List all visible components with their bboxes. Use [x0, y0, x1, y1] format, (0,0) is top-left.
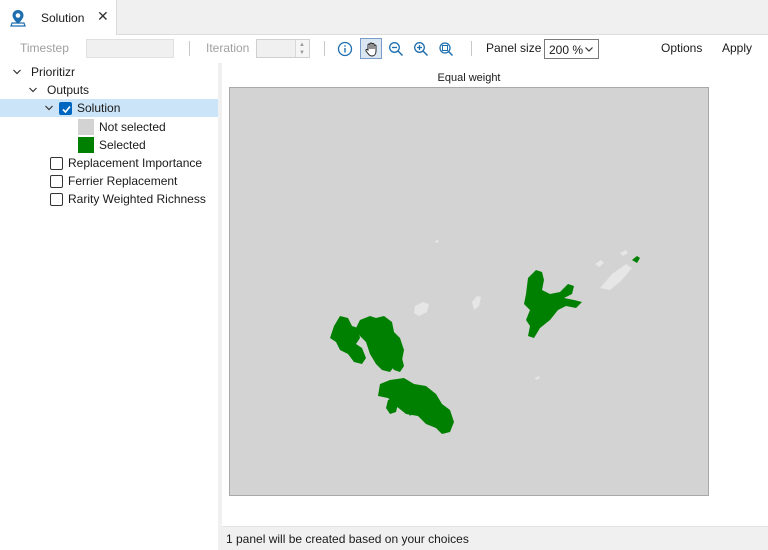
- rarity-weighted-richness-checkbox[interactable]: [50, 193, 63, 206]
- chevron-down-icon: [585, 47, 593, 52]
- panel-size-label: Panel size: [486, 41, 542, 55]
- tree-node-solution[interactable]: Solution: [0, 99, 218, 117]
- stepper-up-icon[interactable]: ▲: [299, 42, 305, 48]
- toolbar: Timestep Iteration ▲ ▼ Panel size 200 % …: [0, 35, 768, 63]
- toolbar-separator: [189, 41, 190, 56]
- apply-button[interactable]: Apply: [722, 41, 752, 55]
- chevron-down-icon[interactable]: [28, 85, 38, 95]
- pan-hand-icon: [365, 42, 377, 57]
- tab-solution[interactable]: Solution ✕: [0, 0, 117, 35]
- timestep-input[interactable]: [86, 39, 174, 58]
- toolbar-separator: [324, 41, 325, 56]
- solution-map: [330, 240, 640, 434]
- stepper-down-icon[interactable]: ▼: [299, 50, 305, 56]
- legend-item-selected: Selected: [0, 136, 218, 154]
- map-pin-icon: [10, 10, 26, 27]
- pan-button[interactable]: [360, 38, 382, 59]
- panel-size-select[interactable]: 200 %: [544, 39, 599, 59]
- tree-label: Outputs: [47, 83, 90, 97]
- tree-label: Prioritizr: [31, 65, 75, 79]
- tree-label: Ferrier Replacement: [68, 174, 178, 188]
- zoom-extent-button[interactable]: [435, 38, 457, 59]
- options-button[interactable]: Options: [661, 41, 702, 55]
- info-button[interactable]: [334, 38, 356, 59]
- tree-node-outputs[interactable]: Outputs: [0, 81, 218, 99]
- solution-checkbox[interactable]: [59, 102, 72, 115]
- iteration-label: Iteration: [206, 41, 250, 55]
- legend-label: Selected: [99, 138, 146, 152]
- not-selected-areas: [414, 240, 632, 380]
- status-bar: 1 panel will be created based on your ch…: [222, 526, 768, 550]
- chevron-down-icon[interactable]: [44, 103, 54, 113]
- selected-areas: [330, 256, 640, 434]
- replacement-importance-checkbox[interactable]: [50, 157, 63, 170]
- layer-tree: Prioritizr Outputs Solution Not selected…: [0, 63, 218, 550]
- tab-strip: Solution ✕: [0, 0, 768, 35]
- tree-node-prioritizr[interactable]: Prioritizr: [0, 63, 218, 81]
- legend-item-not-selected: Not selected: [0, 118, 218, 136]
- timestep-label: Timestep: [20, 41, 69, 55]
- tree-node-replacement-importance[interactable]: Replacement Importance: [0, 154, 218, 172]
- legend-swatch: [78, 137, 94, 153]
- stepper-arrows[interactable]: ▲ ▼: [295, 40, 309, 57]
- zoom-extent-icon: [439, 41, 454, 56]
- legend-label: Not selected: [99, 120, 166, 134]
- close-icon[interactable]: ✕: [97, 9, 109, 23]
- toolbar-separator: [471, 41, 472, 56]
- legend-swatch: [78, 119, 94, 135]
- tree-node-rarity-weighted-richness[interactable]: Rarity Weighted Richness: [0, 190, 218, 208]
- zoom-in-button[interactable]: [410, 38, 432, 59]
- zoom-out-button[interactable]: [385, 38, 407, 59]
- tree-label: Solution: [77, 101, 121, 115]
- zoom-in-icon: [414, 41, 429, 56]
- tab-title: Solution: [41, 11, 85, 25]
- tree-label: Rarity Weighted Richness: [68, 192, 206, 206]
- info-icon: [337, 41, 353, 56]
- check-icon: [62, 105, 71, 114]
- chevron-down-icon[interactable]: [12, 67, 22, 77]
- status-text: 1 panel will be created based on your ch…: [226, 532, 469, 546]
- tree-node-ferrier-replacement[interactable]: Ferrier Replacement: [0, 172, 218, 190]
- zoom-out-icon: [389, 41, 404, 56]
- panel-title: Equal weight: [437, 72, 501, 84]
- panel-size-value: 200 %: [549, 43, 584, 57]
- ferrier-replacement-checkbox[interactable]: [50, 175, 63, 188]
- iteration-stepper[interactable]: ▲ ▼: [256, 39, 310, 58]
- map-panel[interactable]: [229, 87, 709, 496]
- tree-label: Replacement Importance: [68, 156, 203, 170]
